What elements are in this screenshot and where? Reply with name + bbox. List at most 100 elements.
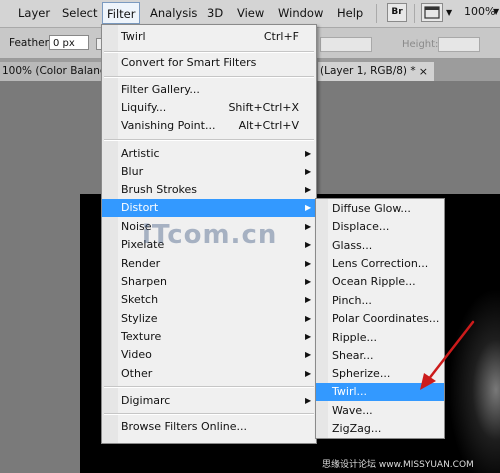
- menu-filter[interactable]: Filter: [102, 2, 141, 24]
- close-icon[interactable]: ×: [419, 62, 428, 81]
- view-extras-icon[interactable]: [421, 3, 443, 22]
- menu-item-artistic[interactable]: Artistic ▶: [102, 145, 316, 163]
- menu-item-label: ZigZag...: [332, 422, 382, 435]
- menu-item-label: Twirl: [121, 30, 146, 43]
- menu-item-twirl-last[interactable]: Twirl Ctrl+F: [102, 28, 316, 46]
- menu-item-label: Ripple...: [332, 331, 377, 344]
- zoom-caret-icon[interactable]: ▼: [493, 7, 499, 16]
- menu-item-label: Sketch: [121, 293, 159, 306]
- menu-item-label: Distort: [121, 201, 159, 214]
- menu-item-pinch[interactable]: Pinch...: [316, 292, 444, 310]
- width-field[interactable]: [320, 37, 372, 52]
- menu-separator: [104, 413, 314, 415]
- menu-item-sharpen[interactable]: Sharpen ▶: [102, 273, 316, 291]
- submenu-arrow-icon: ▶: [305, 240, 312, 249]
- menu-item-label: Glass...: [332, 239, 373, 252]
- submenu-arrow-icon: ▶: [305, 167, 312, 176]
- submenu-arrow-icon: ▶: [305, 149, 312, 158]
- menu-item-browse-filters-online[interactable]: Browse Filters Online...: [102, 418, 316, 436]
- feather-label: Feather:: [9, 37, 53, 49]
- menu-item-sketch[interactable]: Sketch ▶: [102, 291, 316, 309]
- menu-separator: [104, 139, 314, 141]
- menu-item-label: Browse Filters Online...: [121, 420, 247, 433]
- menu-item-label: Blur: [121, 165, 144, 178]
- submenu-arrow-icon: ▶: [305, 314, 312, 323]
- menu-separator: [104, 76, 314, 78]
- tab-layer-1[interactable]: (Layer 1, RGB/8) * ×: [318, 62, 434, 81]
- submenu-arrow-icon: ▶: [305, 350, 312, 359]
- menu-item-label: Sharpen: [121, 275, 167, 288]
- menu-item-vanishing-point[interactable]: Vanishing Point... Alt+Ctrl+V: [102, 117, 316, 135]
- menu-item-wave[interactable]: Wave...: [316, 402, 444, 420]
- menu-item-label: Liquify...: [121, 101, 167, 114]
- menu-item-lens-correction[interactable]: Lens Correction...: [316, 255, 444, 273]
- menu-item-label: Wave...: [332, 404, 373, 417]
- menu-separator: [104, 386, 314, 388]
- menu-item-displace[interactable]: Displace...: [316, 218, 444, 236]
- menu-item-texture[interactable]: Texture ▶: [102, 328, 316, 346]
- menu-item-zigzag[interactable]: ZigZag...: [316, 420, 444, 438]
- submenu-arrow-icon: ▶: [305, 203, 312, 212]
- menu-item-label: Convert for Smart Filters: [121, 56, 257, 69]
- menu-help[interactable]: Help: [337, 0, 363, 27]
- menu-item-video[interactable]: Video ▶: [102, 346, 316, 364]
- menu-item-label: Ocean Ripple...: [332, 275, 416, 288]
- menu-window[interactable]: Window: [278, 0, 323, 27]
- menu-item-label: Lens Correction...: [332, 257, 429, 270]
- menu-item-label: Twirl...: [332, 385, 368, 398]
- menu-separator: [414, 4, 415, 23]
- menu-item-render[interactable]: Render ▶: [102, 255, 316, 273]
- tab-title: (Layer 1, RGB/8) *: [320, 65, 416, 77]
- menu-view[interactable]: View: [237, 0, 264, 27]
- annotation-arrow-icon: [420, 320, 475, 390]
- menu-layer[interactable]: Layer: [18, 0, 50, 27]
- menu-item-label: Render: [121, 257, 161, 270]
- menu-item-filter-gallery[interactable]: Filter Gallery...: [102, 81, 316, 99]
- submenu-arrow-icon: ▶: [305, 259, 312, 268]
- menu-item-shortcut: Shift+Ctrl+X: [228, 101, 299, 114]
- menu-item-digimarc[interactable]: Digimarc ▶: [102, 392, 316, 410]
- menu-item-shortcut: Ctrl+F: [263, 30, 299, 43]
- menu-item-label: Other: [121, 367, 153, 380]
- chevron-down-icon[interactable]: ▼: [446, 8, 452, 17]
- menu-item-label: Video: [121, 348, 152, 361]
- menu-item-label: Displace...: [332, 220, 390, 233]
- menu-select[interactable]: Select: [62, 0, 97, 27]
- menu-item-stylize[interactable]: Stylize ▶: [102, 310, 316, 328]
- menu-item-ocean-ripple[interactable]: Ocean Ripple...: [316, 273, 444, 291]
- menu-item-other[interactable]: Other ▶: [102, 365, 316, 383]
- menu-item-label: Brush Strokes: [121, 183, 198, 196]
- submenu-arrow-icon: ▶: [305, 222, 312, 231]
- menu-item-diffuse-glow[interactable]: Diffuse Glow...: [316, 200, 444, 218]
- menu-item-label: Pinch...: [332, 294, 372, 307]
- menu-item-brush-strokes[interactable]: Brush Strokes ▶: [102, 181, 316, 199]
- feather-input[interactable]: 0 px: [49, 35, 89, 50]
- menu-item-shortcut: Alt+Ctrl+V: [238, 119, 299, 132]
- submenu-arrow-icon: ▶: [305, 396, 312, 405]
- menu-item-distort[interactable]: Distort ▶: [102, 199, 316, 217]
- menu-item-convert-smart-filters[interactable]: Convert for Smart Filters: [102, 54, 316, 72]
- menu-item-blur[interactable]: Blur ▶: [102, 163, 316, 181]
- tab-color-balance[interactable]: 100% (Color Balance: [0, 62, 102, 81]
- menu-item-label: Vanishing Point...: [121, 119, 216, 132]
- watermark-logo: iTcom.cn: [142, 220, 278, 250]
- menu-separator: [104, 51, 314, 53]
- height-label: Height:: [402, 39, 439, 50]
- submenu-arrow-icon: ▶: [305, 332, 312, 341]
- menu-item-liquify[interactable]: Liquify... Shift+Ctrl+X: [102, 99, 316, 117]
- bridge-icon[interactable]: Br: [387, 3, 407, 22]
- height-field[interactable]: [438, 37, 480, 52]
- menu-analysis[interactable]: Analysis: [150, 0, 197, 27]
- menu-item-label: Texture: [121, 330, 162, 343]
- submenu-arrow-icon: ▶: [305, 295, 312, 304]
- menu-separator: [376, 4, 377, 23]
- menu-item-label: Stylize: [121, 312, 158, 325]
- submenu-arrow-icon: ▶: [305, 369, 312, 378]
- menu-3d[interactable]: 3D: [207, 0, 223, 27]
- menu-item-label: Artistic: [121, 147, 160, 160]
- zoom-level[interactable]: 100%: [464, 5, 495, 18]
- menu-item-label: Digimarc: [121, 394, 171, 407]
- menu-item-glass[interactable]: Glass...: [316, 237, 444, 255]
- menu-item-label: Diffuse Glow...: [332, 202, 411, 215]
- submenu-arrow-icon: ▶: [305, 185, 312, 194]
